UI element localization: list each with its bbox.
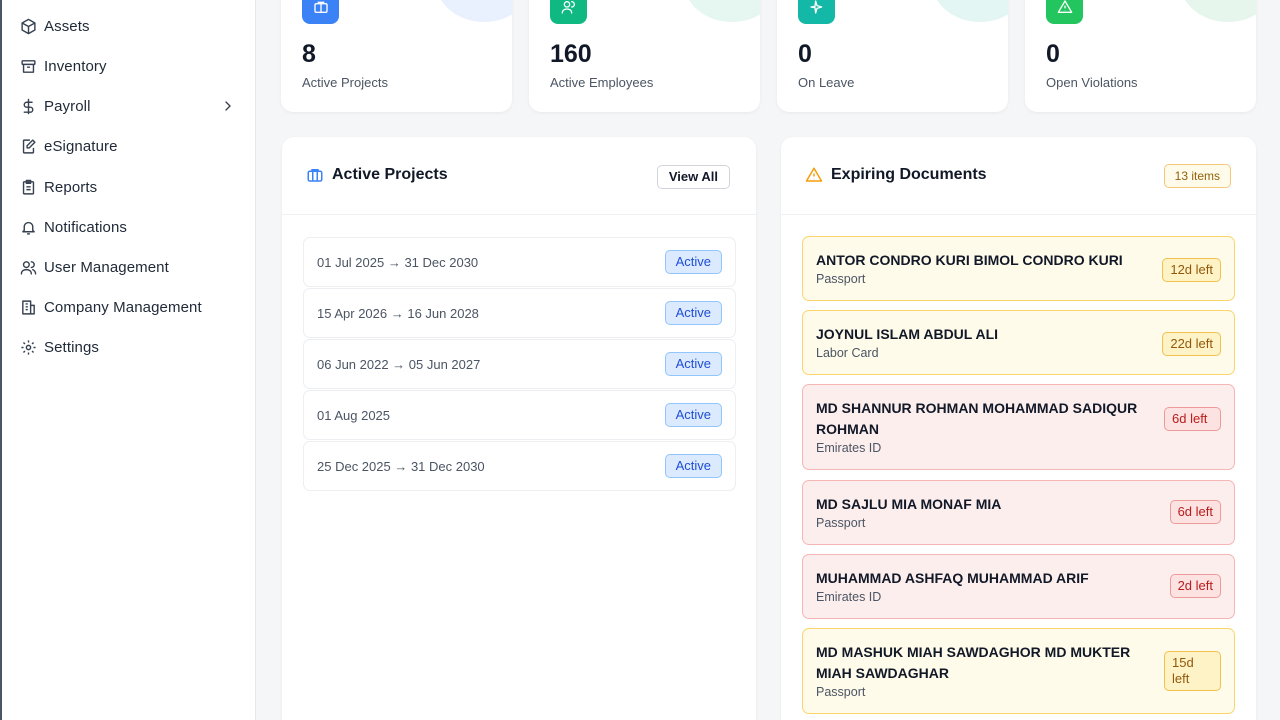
days-left-badge: 2d left bbox=[1169, 574, 1221, 598]
stat-label: Open Violations bbox=[1046, 75, 1138, 90]
chevron-right-icon[interactable] bbox=[220, 98, 236, 114]
document-row[interactable]: JOYNUL ISLAM ABDUL ALI Labor Card 22d le… bbox=[802, 310, 1235, 375]
panel-header: Active Projects View All bbox=[282, 137, 756, 215]
project-row[interactable]: 25 Dec 2025 → 31 Dec 2030 Active bbox=[303, 441, 736, 491]
stat-value: 160 bbox=[550, 40, 592, 68]
project-row[interactable]: 01 Jul 2025 → 31 Dec 2030 Active bbox=[303, 237, 736, 287]
stat-label: Active Projects bbox=[302, 75, 388, 90]
sidebar: Assets Inventory Payroll eSignature Repo… bbox=[0, 0, 256, 720]
employee-name: JOYNUL ISLAM ABDUL ALI bbox=[816, 326, 999, 342]
stat-value: 8 bbox=[302, 40, 316, 68]
document-row[interactable]: MD SHANNUR ROHMAN MOHAMMAD SADIQUR ROHMA… bbox=[802, 384, 1235, 470]
stat-value: 0 bbox=[1046, 40, 1060, 68]
status-badge: Active bbox=[664, 301, 722, 325]
sidebar-item-reports[interactable]: Reports bbox=[2, 167, 256, 207]
building-icon bbox=[18, 297, 38, 317]
plane-icon bbox=[798, 0, 835, 24]
project-dates: 15 Apr 2026 → 16 Jun 2028 bbox=[317, 306, 479, 321]
employee-name: MD SHANNUR ROHMAN MOHAMMAD SADIQUR ROHMA… bbox=[816, 400, 1138, 437]
days-left-badge: 22d left bbox=[1162, 332, 1221, 356]
stat-card-open-violations[interactable]: 0 Open Violations bbox=[1025, 0, 1256, 112]
days-left-badge: 6d left bbox=[1164, 407, 1221, 431]
briefcase-icon bbox=[307, 169, 323, 182]
clipboard-icon bbox=[18, 177, 38, 197]
document-row[interactable]: MUHAMMAD ASHFAQ MUHAMMAD ARIF Emirates I… bbox=[802, 554, 1235, 619]
users-icon bbox=[550, 0, 587, 24]
sidebar-item-label: Company Management bbox=[44, 298, 202, 316]
sidebar-item-esignature[interactable]: eSignature bbox=[2, 126, 256, 166]
employee-name: MD MASHUK MIAH SAWDAGHOR MD MUKTER MIAH … bbox=[816, 644, 1131, 681]
sidebar-item-inventory[interactable]: Inventory bbox=[2, 46, 256, 86]
sidebar-item-settings[interactable]: Settings bbox=[2, 327, 256, 367]
document-type: Passport bbox=[816, 685, 866, 699]
employee-name: ANTOR CONDRO KURI BIMOL CONDRO KURI bbox=[816, 252, 1123, 268]
document-type: Emirates ID bbox=[816, 590, 882, 604]
sidebar-item-notifications[interactable]: Notifications bbox=[2, 207, 256, 247]
stat-label: On Leave bbox=[798, 75, 855, 90]
project-dates: 01 Jul 2025 → 31 Dec 2030 bbox=[317, 255, 479, 270]
document-row[interactable]: MD MASHUK MIAH SAWDAGHOR MD MUKTER MIAH … bbox=[802, 628, 1235, 714]
decorative-blob bbox=[932, 0, 1008, 22]
count-badge: 13 items bbox=[1163, 164, 1231, 188]
document-row[interactable]: MD SAJLU MIA MONAF MIA Passport 6d left bbox=[802, 480, 1235, 545]
sidebar-item-user-management[interactable]: User Management bbox=[2, 247, 256, 287]
sidebar-item-assets[interactable]: Assets bbox=[2, 6, 256, 46]
status-badge: Active bbox=[664, 352, 722, 376]
sidebar-item-label: User Management bbox=[44, 258, 169, 276]
dollar-icon bbox=[18, 96, 38, 116]
stat-card-active-employees[interactable]: 160 Active Employees bbox=[529, 0, 760, 112]
document-type: Passport bbox=[816, 272, 866, 286]
status-badge: Active bbox=[664, 403, 722, 427]
status-badge: Active bbox=[664, 454, 722, 478]
cube-icon bbox=[18, 16, 38, 36]
archive-icon bbox=[18, 56, 38, 76]
panel-title: Expiring Documents bbox=[831, 166, 987, 183]
briefcase-icon bbox=[302, 0, 339, 24]
sidebar-item-label: Settings bbox=[44, 338, 99, 356]
panel-title: Active Projects bbox=[332, 166, 448, 183]
days-left-badge: 6d left bbox=[1169, 500, 1221, 524]
status-badge: Active bbox=[664, 250, 722, 274]
document-row[interactable]: ANTOR CONDRO KURI BIMOL CONDRO KURI Pass… bbox=[802, 236, 1235, 301]
warning-icon bbox=[805, 167, 823, 182]
sidebar-item-label: Reports bbox=[44, 178, 98, 196]
days-left-badge: 12d left bbox=[1162, 258, 1221, 282]
project-row[interactable]: 15 Apr 2026 → 16 Jun 2028 Active bbox=[303, 288, 736, 338]
project-dates: 01 Aug 2025 bbox=[317, 408, 391, 423]
view-all-button[interactable]: View All bbox=[656, 165, 730, 189]
users-icon bbox=[18, 257, 38, 277]
decorative-blob bbox=[684, 0, 760, 22]
sidebar-item-payroll[interactable]: Payroll bbox=[2, 86, 256, 126]
decorative-blob bbox=[436, 0, 512, 22]
gear-icon bbox=[18, 337, 38, 357]
sidebar-item-label: Inventory bbox=[44, 57, 107, 75]
sidebar-item-label: Assets bbox=[44, 17, 90, 35]
expiring-documents-panel: Expiring Documents 13 items ANTOR CONDRO… bbox=[781, 137, 1256, 720]
sidebar-item-label: Payroll bbox=[44, 97, 91, 115]
sidebar-item-label: Notifications bbox=[44, 218, 128, 236]
stat-value: 0 bbox=[798, 40, 812, 68]
stat-card-active-projects[interactable]: 8 Active Projects bbox=[281, 0, 512, 112]
stat-label: Active Employees bbox=[550, 75, 654, 90]
sidebar-item-label: eSignature bbox=[44, 137, 118, 155]
signature-icon bbox=[18, 136, 38, 156]
days-left-badge: 15d left bbox=[1164, 651, 1221, 691]
employee-name: MD SAJLU MIA MONAF MIA bbox=[816, 496, 1002, 512]
panel-header: Expiring Documents 13 items bbox=[781, 137, 1256, 215]
project-row[interactable]: 01 Aug 2025 Active bbox=[303, 390, 736, 440]
document-type: Passport bbox=[816, 516, 866, 530]
employee-name: MUHAMMAD ASHFAQ MUHAMMAD ARIF bbox=[816, 570, 1089, 586]
warning-icon bbox=[1046, 0, 1083, 24]
document-type: Emirates ID bbox=[816, 441, 882, 455]
decorative-blob bbox=[1180, 0, 1256, 22]
main-content: 8 Active Projects 160 Active Employees 0… bbox=[256, 0, 1280, 720]
document-type: Labor Card bbox=[816, 346, 879, 360]
project-row[interactable]: 06 Jun 2022 → 05 Jun 2027 Active bbox=[303, 339, 736, 389]
project-dates: 06 Jun 2022 → 05 Jun 2027 bbox=[317, 357, 481, 372]
sidebar-item-company-management[interactable]: Company Management bbox=[2, 287, 256, 327]
project-dates: 25 Dec 2025 → 31 Dec 2030 bbox=[317, 459, 485, 474]
active-projects-panel: Active Projects View All 01 Jul 2025 → 3… bbox=[282, 137, 756, 720]
stat-card-on-leave[interactable]: 0 On Leave bbox=[777, 0, 1008, 112]
bell-icon bbox=[18, 217, 38, 237]
